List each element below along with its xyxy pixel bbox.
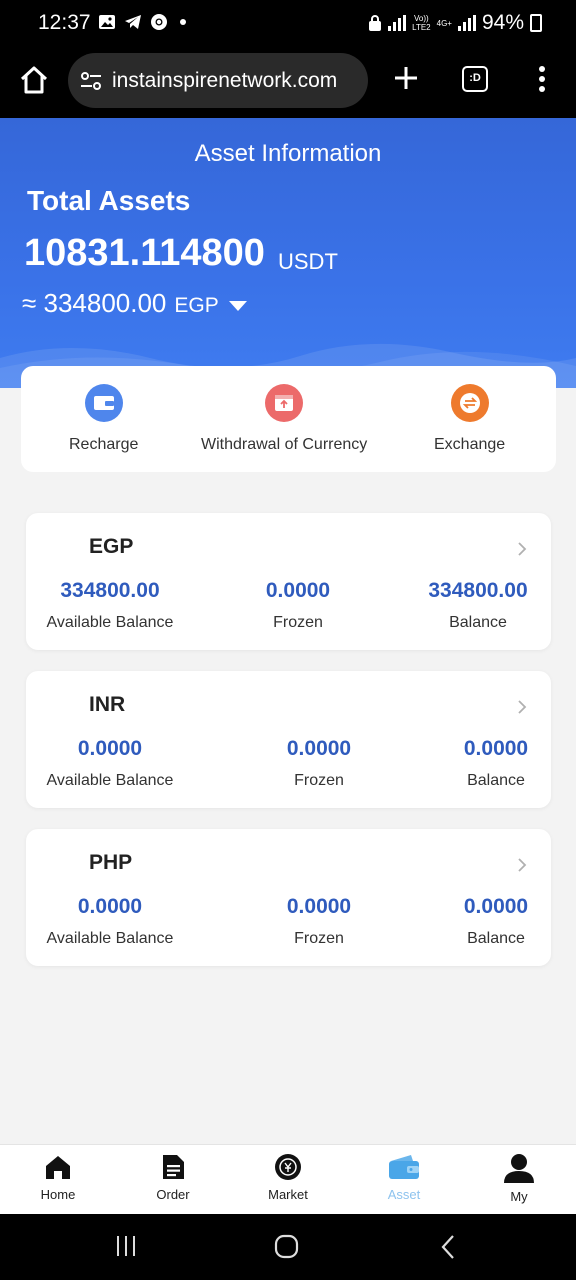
approx-unit: EGP — [174, 294, 219, 317]
order-icon — [163, 1155, 184, 1179]
battery-level: 94% — [481, 11, 524, 34]
lock-icon — [369, 15, 382, 31]
browser-home-icon[interactable] — [18, 64, 50, 96]
status-time: 12:37 — [38, 11, 91, 34]
balance-label: Balance — [467, 930, 525, 947]
browser-toolbar: instainspirenetwork.com :D — [0, 46, 576, 118]
exchange-icon — [450, 384, 489, 422]
available-balance-value: 0.0000 — [77, 737, 143, 760]
user-icon — [504, 1154, 534, 1183]
tab-switcher-button[interactable]: :D — [462, 66, 488, 92]
withdrawal-label: Withdrawal of Currency — [201, 436, 368, 453]
chevron-right-icon[interactable] — [518, 858, 527, 872]
nav-order-label: Order — [156, 1187, 190, 1202]
available-balance-value: 334800.00 — [60, 579, 160, 602]
bottom-navigation: Home Order Market Asset My — [0, 1144, 576, 1214]
nav-market[interactable]: Market — [248, 1153, 328, 1202]
currency-card-egp[interactable]: EGP 334800.00 Available Balance 0.0000 F… — [26, 513, 551, 650]
frozen-label: Frozen — [294, 930, 344, 947]
currency-name: INR — [89, 693, 126, 716]
balance-value: 334800.00 — [428, 579, 528, 602]
network-4g: 4G+ — [436, 18, 452, 28]
withdrawal-button[interactable]: Withdrawal of Currency — [201, 384, 367, 454]
available-balance-label: Available Balance — [46, 772, 174, 789]
asset-header: Asset Information Total Assets 10831.114… — [0, 118, 576, 388]
nav-asset[interactable]: Asset — [364, 1153, 444, 1202]
page-title: Asset Information — [194, 140, 382, 167]
nav-market-label: Market — [268, 1187, 308, 1202]
photo-icon — [99, 15, 115, 29]
nav-my[interactable]: My — [479, 1153, 559, 1204]
notification-dot — [180, 19, 186, 25]
asset-wallet-icon — [389, 1155, 419, 1179]
frozen-value: 0.0000 — [286, 895, 352, 918]
available-balance-value: 0.0000 — [77, 895, 143, 918]
chevron-right-icon[interactable] — [518, 700, 527, 714]
site-settings-icon[interactable] — [80, 71, 102, 91]
frozen-label: Frozen — [294, 772, 344, 789]
telegram-icon — [125, 15, 141, 29]
nav-order[interactable]: Order — [133, 1153, 213, 1202]
exchange-label: Exchange — [434, 436, 506, 453]
home-icon — [46, 1156, 70, 1179]
nav-asset-label: Asset — [387, 1187, 421, 1202]
total-assets-label: Total Assets — [27, 185, 191, 216]
total-assets-amount: 10831.114800 — [24, 232, 265, 274]
frozen-value: 0.0000 — [265, 579, 331, 602]
exchange-button[interactable]: Exchange — [434, 384, 505, 454]
recharge-label: Recharge — [69, 436, 139, 453]
system-home-icon[interactable] — [274, 1234, 300, 1260]
nav-home-label: Home — [40, 1187, 76, 1202]
balance-value: 0.0000 — [463, 737, 529, 760]
balance-label: Balance — [449, 614, 507, 631]
chrome-icon — [151, 14, 167, 30]
recharge-button[interactable]: Recharge — [69, 384, 138, 454]
approx-amount: ≈ 334800.00 — [22, 288, 167, 318]
nav-my-label: My — [510, 1189, 528, 1204]
recent-apps-icon[interactable] — [114, 1234, 138, 1258]
withdraw-icon — [265, 384, 304, 422]
url-text[interactable]: instainspirenetwork.com — [112, 69, 337, 93]
wallet-icon — [84, 384, 123, 422]
signal-icon-2 — [457, 15, 476, 31]
balance-label: Balance — [467, 772, 525, 789]
currency-name: PHP — [89, 851, 133, 874]
currency-name: EGP — [89, 535, 134, 558]
battery-icon — [530, 14, 542, 32]
address-bar[interactable]: instainspirenetwork.com — [68, 53, 368, 108]
available-balance-label: Available Balance — [46, 614, 174, 631]
network-volte: Vo)) — [414, 14, 429, 23]
balance-value: 0.0000 — [463, 895, 529, 918]
market-icon — [275, 1154, 301, 1180]
back-icon[interactable] — [440, 1234, 456, 1260]
more-menu-icon[interactable] — [534, 64, 550, 94]
total-assets-unit: USDT — [278, 249, 338, 274]
caret-down-icon[interactable] — [228, 300, 247, 311]
status-bar: 12:37 Vo)) LTE2 4G+ 94% — [0, 0, 576, 46]
currency-selector[interactable]: ≈ 334800.00 EGP — [22, 288, 247, 319]
new-tab-icon[interactable] — [392, 64, 420, 92]
frozen-label: Frozen — [273, 614, 323, 631]
quick-actions-card: Recharge Withdrawal of Currency Exchange — [21, 366, 556, 472]
available-balance-label: Available Balance — [46, 930, 174, 947]
currency-card-inr[interactable]: INR 0.0000 Available Balance 0.0000 Froz… — [26, 671, 551, 808]
nav-home[interactable]: Home — [18, 1153, 98, 1202]
chevron-right-icon[interactable] — [518, 542, 527, 556]
currency-card-php[interactable]: PHP 0.0000 Available Balance 0.0000 Froz… — [26, 829, 551, 966]
frozen-value: 0.0000 — [286, 737, 352, 760]
signal-icon — [388, 15, 407, 31]
network-lte: LTE2 — [412, 23, 431, 32]
system-navigation-bar — [0, 1214, 576, 1280]
